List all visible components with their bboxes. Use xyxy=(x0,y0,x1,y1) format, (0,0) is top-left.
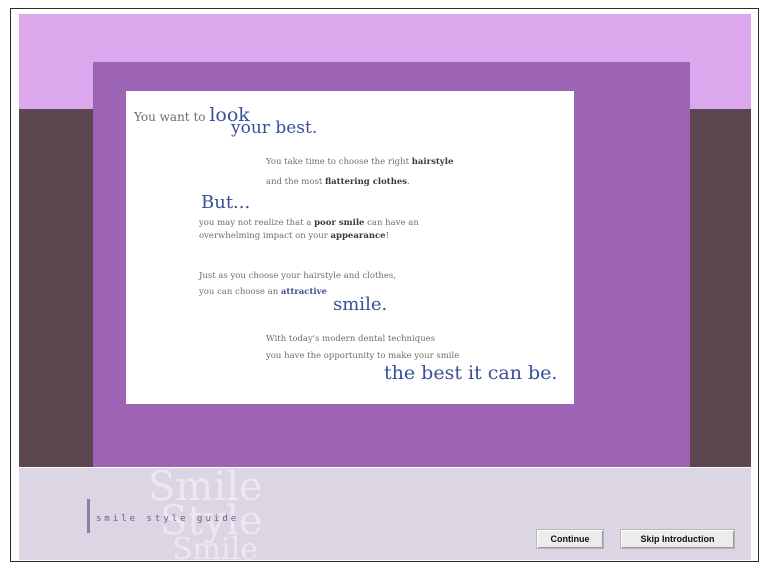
intro-line-3: You take time to choose the right hairst… xyxy=(266,157,453,167)
continue-button[interactable]: Continue xyxy=(536,529,604,549)
footer-brand: smile style guide xyxy=(96,514,240,524)
intro-line-4-text: and the most xyxy=(266,177,325,187)
intro-line-4-bold: flattering clothes xyxy=(324,177,408,187)
side-band-right xyxy=(690,109,751,467)
intro-line-5: you may not realize that a poor smile ca… xyxy=(199,218,419,228)
intro-closing: the best it can be. xyxy=(384,362,558,384)
intro-line-8: you can choose an attractive xyxy=(199,287,327,297)
intro-line-6-end: ! xyxy=(385,231,390,241)
intro-line-4: and the most flattering clothes. xyxy=(266,177,410,187)
footer-watermark-3: Smile xyxy=(172,532,258,567)
intro-line-6: overwhelming impact on your appearance! xyxy=(199,231,389,241)
intro-line-8-bold: attractive xyxy=(280,287,327,297)
intro-line-5-bold: poor smile xyxy=(314,218,365,228)
intro-line-7: Just as you choose your hairstyle and cl… xyxy=(199,271,396,281)
intro-card: You want to look your best. You take tim… xyxy=(126,91,574,404)
skip-introduction-button[interactable]: Skip Introduction xyxy=(620,529,735,549)
intro-line-5-end: can have an xyxy=(364,218,419,228)
intro-line-10: you have the opportunity to make your sm… xyxy=(266,351,460,361)
intro-line-2: your best. xyxy=(231,118,318,138)
intro-line-8-text: you can choose an xyxy=(199,287,281,297)
intro-line-1-text: You want to xyxy=(134,110,210,124)
footer-brand-bar xyxy=(87,499,90,533)
intro-line-5-text: you may not realize that a xyxy=(199,218,315,228)
intro-but: But... xyxy=(201,192,251,213)
intro-line-9: With today's modern dental techniques xyxy=(266,334,436,344)
intro-smile: smile. xyxy=(333,294,388,315)
intro-line-3-text: You take time to choose the right xyxy=(266,157,412,167)
intro-line-6-bold: appearance xyxy=(330,231,386,241)
intro-line-4-end: . xyxy=(407,177,410,187)
side-band-left xyxy=(19,109,93,467)
intro-line-6-text: overwhelming impact on your xyxy=(199,231,331,241)
intro-line-3-bold: hairstyle xyxy=(411,157,454,167)
